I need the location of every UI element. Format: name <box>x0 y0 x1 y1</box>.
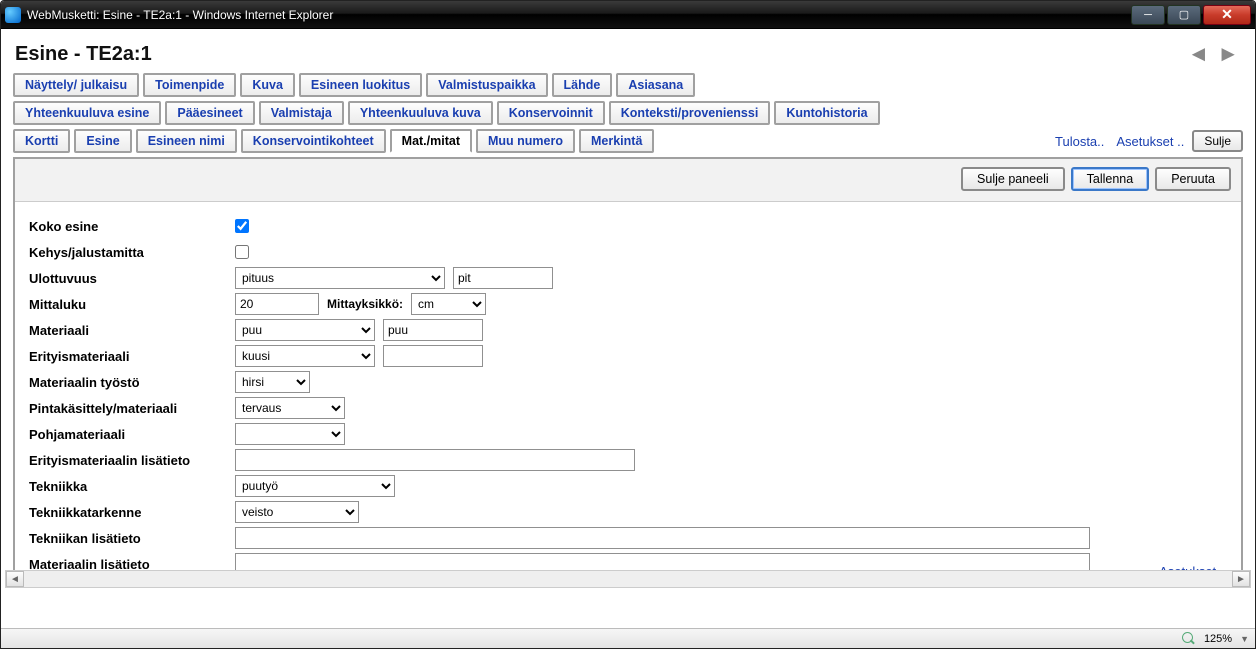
tab-esineen-nimi[interactable]: Esineen nimi <box>136 129 237 153</box>
select-tekniikka[interactable]: puutyö <box>235 475 395 497</box>
input-erityismateriaali-text[interactable] <box>383 345 483 367</box>
tab-kuntohistoria[interactable]: Kuntohistoria <box>774 101 879 125</box>
scroll-left-icon[interactable]: ◄ <box>6 571 24 587</box>
window-title: WebMusketti: Esine - TE2a:1 - Windows In… <box>27 8 1129 22</box>
label-erityismateriaali: Erityismateriaali <box>29 349 235 364</box>
tab-asiasana[interactable]: Asiasana <box>616 73 695 97</box>
page-header: Esine - TE2a:1 ◄ ► <box>1 29 1255 73</box>
input-ulottuvuus-text[interactable] <box>453 267 553 289</box>
status-bar: 125% ▼ <box>1 628 1255 648</box>
tab-esine[interactable]: Esine <box>74 129 131 153</box>
select-tyosto[interactable]: hirsi <box>235 371 310 393</box>
tab-row-1: Näyttely/ julkaisu Toimenpide Kuva Esine… <box>13 73 1243 97</box>
select-materiaali[interactable]: puu <box>235 319 375 341</box>
minimize-button[interactable]: ─ <box>1131 5 1165 25</box>
input-mittaluku[interactable] <box>235 293 319 315</box>
panel: Sulje paneeli Tallenna Peruuta Koko esin… <box>13 157 1243 587</box>
checkbox-kehys[interactable] <box>235 245 249 259</box>
scroll-right-icon[interactable]: ► <box>1232 571 1250 587</box>
input-erityis-lisa[interactable] <box>235 449 635 471</box>
label-erityis-lisa: Erityismateriaalin lisätieto <box>29 453 235 468</box>
label-mittaluku: Mittaluku <box>29 297 235 312</box>
label-tyosto: Materiaalin työstö <box>29 375 235 390</box>
window: WebMusketti: Esine - TE2a:1 - Windows In… <box>0 0 1256 649</box>
input-tekniikan-lisatieto[interactable] <box>235 527 1090 549</box>
tab-nayttely[interactable]: Näyttely/ julkaisu <box>13 73 139 97</box>
select-pintakasittely[interactable]: tervaus <box>235 397 345 419</box>
tab-row-2: Yhteenkuuluva esine Pääesineet Valmistaj… <box>13 101 1243 125</box>
next-arrow-icon[interactable]: ► <box>1213 41 1243 67</box>
print-link[interactable]: Tulosta.. <box>1051 134 1108 149</box>
zoom-level: 125% <box>1204 633 1232 645</box>
tab-konteksti[interactable]: Konteksti/provenienssi <box>609 101 771 125</box>
tab-mat-mitat[interactable]: Mat./mitat <box>390 129 472 153</box>
window-buttons: ─ ▢ ✕ <box>1129 5 1251 25</box>
label-mittayksikko: Mittayksikkö: <box>327 297 403 311</box>
tab-toimenpide[interactable]: Toimenpide <box>143 73 236 97</box>
panel-toolbar: Sulje paneeli Tallenna Peruuta <box>15 159 1241 202</box>
prev-arrow-icon[interactable]: ◄ <box>1183 41 1213 67</box>
select-ulottuvuus[interactable]: pituus <box>235 267 445 289</box>
select-mittayksikko[interactable]: cm <box>411 293 486 315</box>
select-tekniikkatarkenne[interactable]: veisto <box>235 501 359 523</box>
input-materiaali-text[interactable] <box>383 319 483 341</box>
label-kehys: Kehys/jalustamitta <box>29 245 235 260</box>
select-erityismateriaali[interactable]: kuusi <box>235 345 375 367</box>
select-pohjamateriaali[interactable] <box>235 423 345 445</box>
zoom-dropdown-icon[interactable]: ▼ <box>1240 634 1249 644</box>
tab-valmistaja[interactable]: Valmistaja <box>259 101 344 125</box>
tab-yhteenkuuluva-esine[interactable]: Yhteenkuuluva esine <box>13 101 161 125</box>
label-pohjamateriaali: Pohjamateriaali <box>29 427 235 442</box>
label-tekniikan-lisatieto: Tekniikan lisätieto <box>29 531 235 546</box>
close-window-button[interactable]: ✕ <box>1203 5 1251 25</box>
tab-row-3: Kortti Esine Esineen nimi Konservointiko… <box>13 129 1243 153</box>
cancel-button[interactable]: Peruuta <box>1155 167 1231 191</box>
tab-lahde[interactable]: Lähde <box>552 73 613 97</box>
save-button[interactable]: Tallenna <box>1071 167 1150 191</box>
tab-merkinta[interactable]: Merkintä <box>579 129 654 153</box>
maximize-button[interactable]: ▢ <box>1167 5 1201 25</box>
label-ulottuvuus: Ulottuvuus <box>29 271 235 286</box>
form: Koko esine Kehys/jalustamitta Ulottuvuus… <box>15 202 1241 588</box>
label-tekniikkatarkenne: Tekniikkatarkenne <box>29 505 235 520</box>
tab-yhteenkuuluva-kuva[interactable]: Yhteenkuuluva kuva <box>348 101 493 125</box>
label-koko-esine: Koko esine <box>29 219 235 234</box>
tab-konservointikohteet[interactable]: Konservointikohteet <box>241 129 386 153</box>
checkbox-koko-esine[interactable] <box>235 219 249 233</box>
settings-link[interactable]: Asetukset .. <box>1112 134 1188 149</box>
ie-favicon-icon <box>5 7 21 23</box>
label-tekniikka: Tekniikka <box>29 479 235 494</box>
client-area: Esine - TE2a:1 ◄ ► Näyttely/ julkaisu To… <box>1 29 1255 628</box>
page-title: Esine - TE2a:1 <box>15 43 1183 66</box>
zoom-icon[interactable] <box>1182 632 1196 646</box>
tab-valmistuspaikka[interactable]: Valmistuspaikka <box>426 73 547 97</box>
label-pintakasittely: Pintakäsittely/materiaali <box>29 401 235 416</box>
close-page-button[interactable]: Sulje <box>1192 130 1243 152</box>
tab-kortti[interactable]: Kortti <box>13 129 70 153</box>
tab-paaesineet[interactable]: Pääesineet <box>165 101 254 125</box>
tab-muu-numero[interactable]: Muu numero <box>476 129 575 153</box>
tab-rows: Näyttely/ julkaisu Toimenpide Kuva Esine… <box>1 73 1255 153</box>
tab-kuva[interactable]: Kuva <box>240 73 295 97</box>
close-panel-button[interactable]: Sulje paneeli <box>961 167 1065 191</box>
tab-esineen-luokitus[interactable]: Esineen luokitus <box>299 73 422 97</box>
titlebar: WebMusketti: Esine - TE2a:1 - Windows In… <box>1 1 1255 29</box>
tab-konservoinnit[interactable]: Konservoinnit <box>497 101 605 125</box>
label-materiaali: Materiaali <box>29 323 235 338</box>
horizontal-scrollbar[interactable]: ◄ ► <box>5 570 1251 588</box>
